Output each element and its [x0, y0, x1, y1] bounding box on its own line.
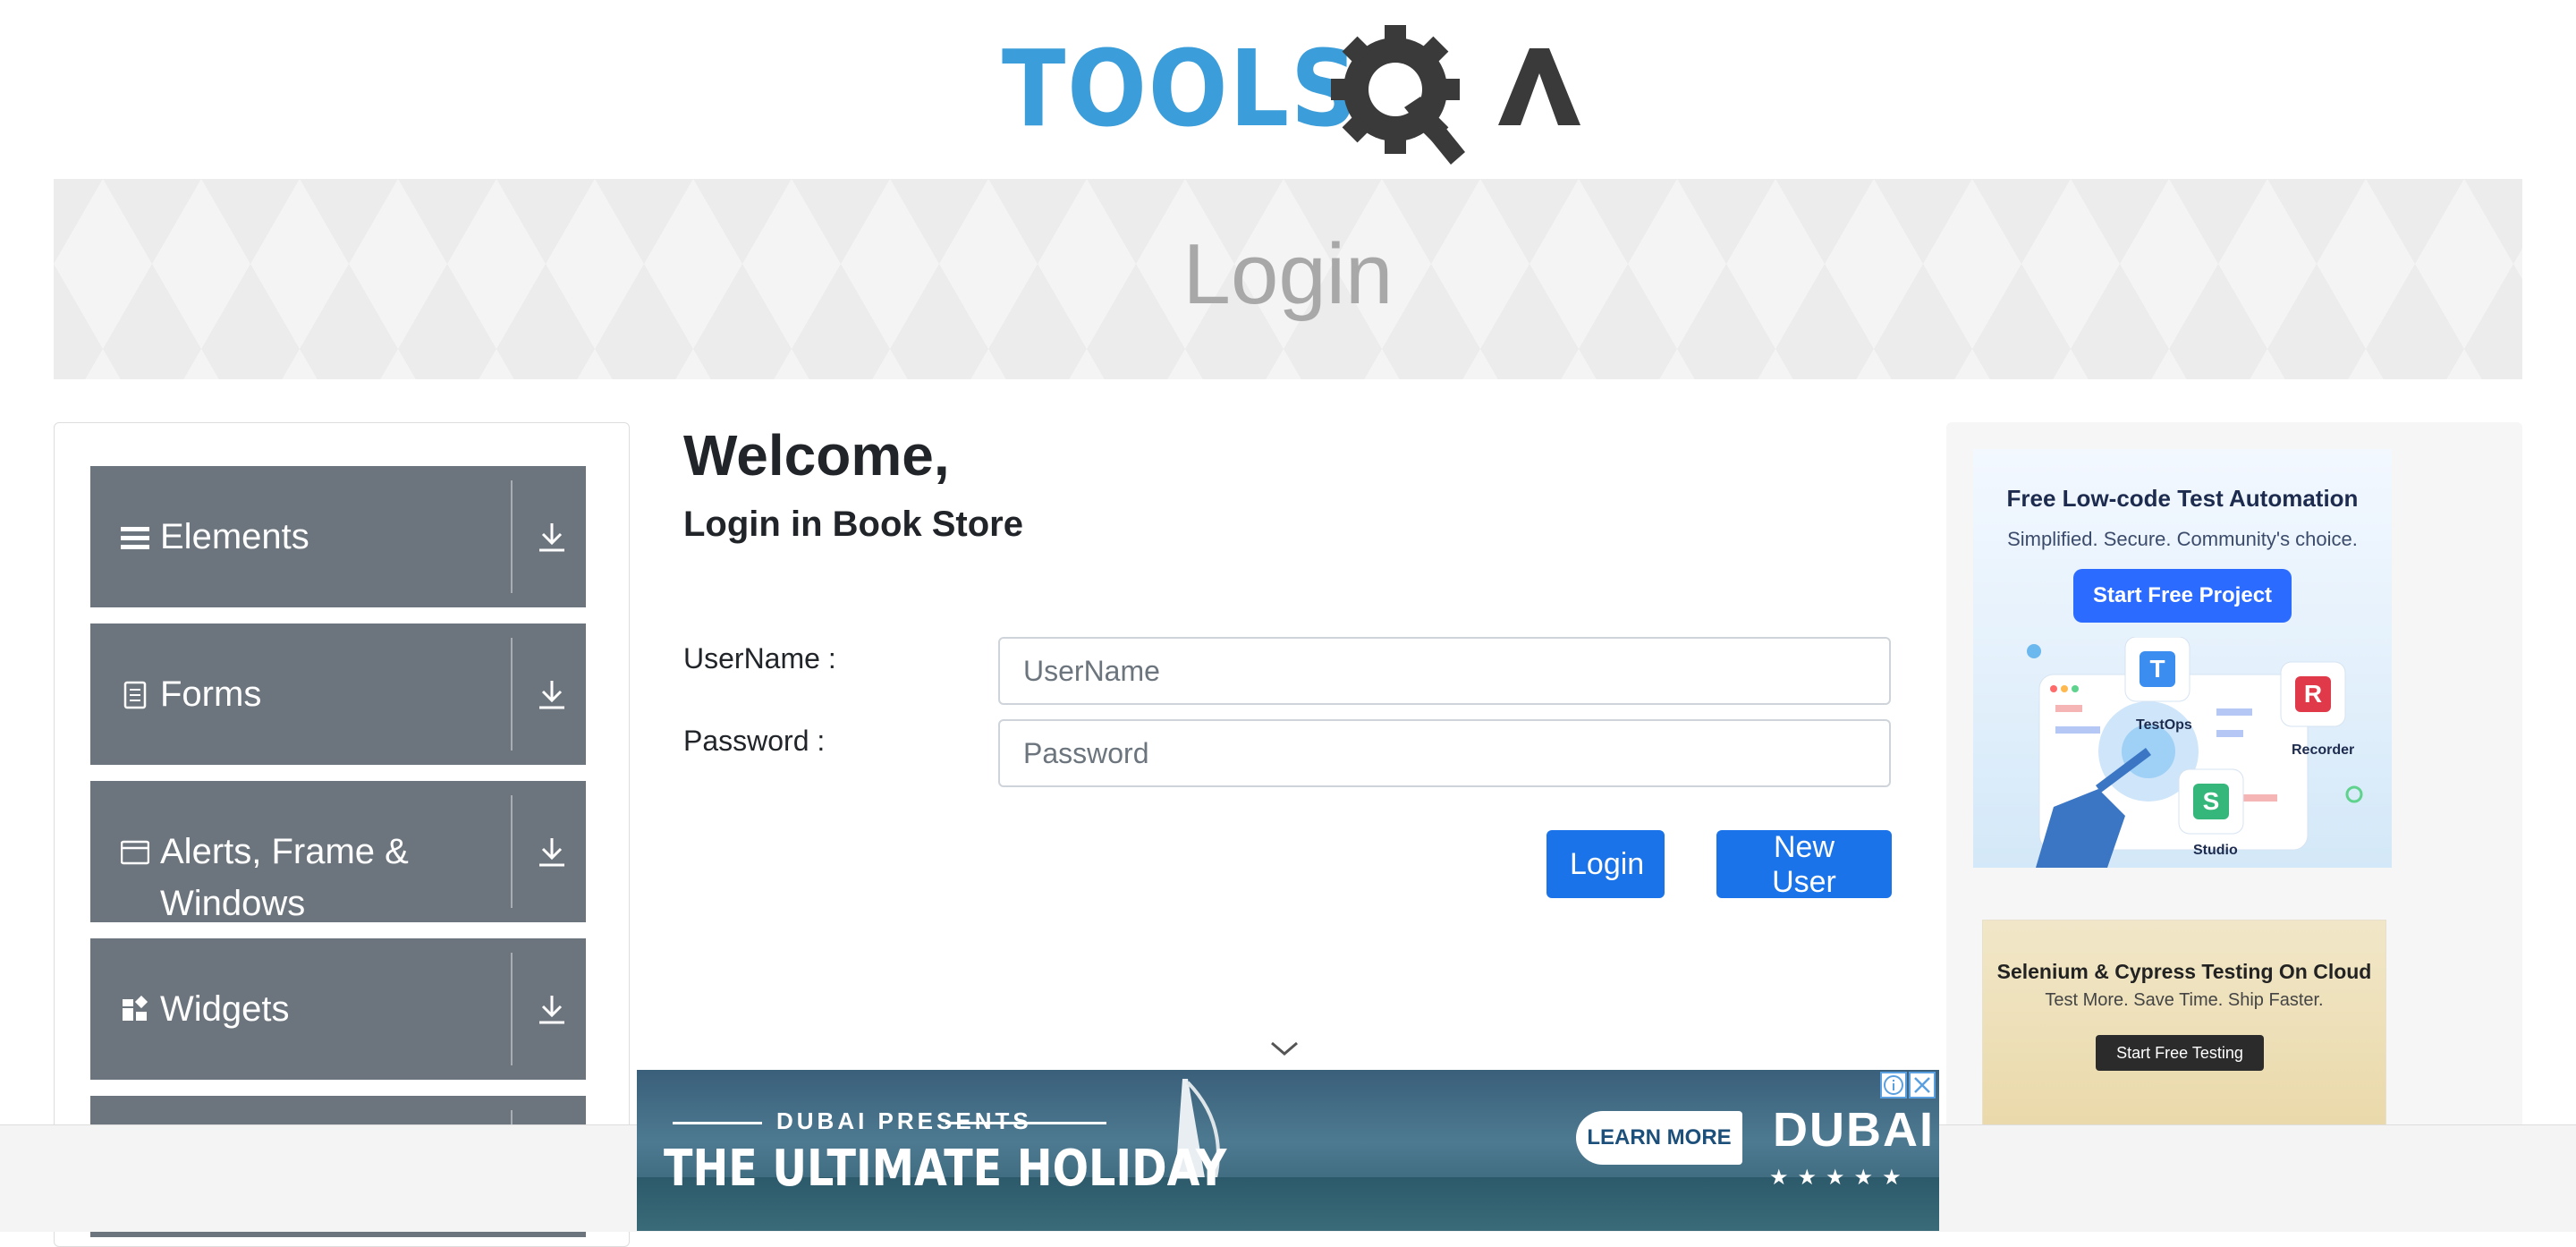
document-icon	[123, 681, 147, 709]
learn-more-button[interactable]: LEARN MORE	[1576, 1111, 1742, 1165]
password-input[interactable]	[998, 719, 1891, 787]
page-title: Login	[1182, 226, 1394, 322]
ad-title: Selenium & Cypress Testing On Cloud	[1996, 960, 2372, 983]
welcome-heading: Welcome,	[683, 423, 950, 488]
new-user-button[interactable]: New User	[1716, 830, 1892, 899]
sidebar-group-widgets[interactable]: Widgets	[90, 938, 586, 1080]
download-icon[interactable]	[536, 677, 568, 713]
start-free-testing-button[interactable]: Start Free Testing	[2096, 1035, 2264, 1071]
ad-subtitle: Simplified. Secure. Community's choice.	[2007, 528, 2358, 550]
divider	[511, 795, 513, 908]
sidebar-group-elements[interactable]: Elements	[90, 466, 586, 607]
sidebar-group-label: Widgets	[160, 989, 290, 1029]
ad-headline: THE ULTIMATE HOLIDAY	[664, 1140, 1227, 1198]
toolsqa-logo[interactable]: TOOLS	[1002, 25, 1583, 168]
divider	[945, 1122, 1106, 1124]
chevron-down-icon[interactable]	[1268, 1038, 1301, 1059]
svg-text:T: T	[2149, 655, 2165, 683]
svg-text:R: R	[2304, 680, 2322, 708]
sidebar-group-label: Elements	[160, 517, 309, 556]
menu-icon	[121, 527, 149, 549]
logo-graphic: TOOLS	[1002, 25, 1580, 165]
login-subheading: Login in Book Store	[683, 505, 1023, 544]
right-ad-column: Free Low-code Test Automation Simplified…	[1946, 422, 2522, 1154]
ad-close-icon[interactable]	[1909, 1072, 1936, 1099]
divider	[511, 953, 513, 1065]
divider	[673, 1122, 762, 1124]
svg-text:S: S	[2203, 787, 2220, 815]
lambdatest-ad[interactable]: Selenium & Cypress Testing On Cloud Test…	[1982, 920, 2386, 1154]
username-input[interactable]	[998, 637, 1891, 705]
ad-subtitle: Test More. Save Time. Ship Faster.	[2045, 990, 2324, 1010]
katalon-ad[interactable]: Free Low-code Test Automation Simplified…	[1973, 449, 2392, 868]
dubai-ad-banner[interactable]: DUBAI PRESENTS THE ULTIMATE HOLIDAY LEAR…	[637, 1070, 1939, 1231]
ad-info-icon[interactable]	[1880, 1072, 1907, 1099]
sidebar-group-label: Forms	[160, 674, 262, 714]
divider	[511, 638, 513, 751]
username-label: UserName :	[683, 642, 836, 674]
login-button[interactable]: Login	[1546, 830, 1665, 898]
divider	[511, 480, 513, 593]
studio-label: Studio	[2193, 843, 2238, 858]
download-icon[interactable]	[536, 835, 568, 870]
password-label: Password :	[683, 725, 826, 757]
sidebar: Elements Forms Alerts, Frame & Windows W…	[54, 422, 630, 1247]
download-icon[interactable]	[536, 520, 568, 556]
testops-label: TestOps	[2136, 717, 2192, 733]
download-icon[interactable]	[536, 992, 568, 1028]
sidebar-group-label: Alerts, Frame & Windows	[160, 832, 409, 923]
widgets-icon	[123, 996, 148, 1021]
ad-title: Free Low-code Test Automation	[2006, 485, 2359, 512]
dubai-logo: DUBAI	[1773, 1103, 1935, 1157]
recorder-label: Recorder	[2292, 742, 2355, 758]
rating-stars: ★★★★★	[1769, 1166, 1911, 1190]
sidebar-group-alerts-frame-windows[interactable]: Alerts, Frame & Windows	[90, 781, 586, 923]
svg-text:TOOLS: TOOLS	[1002, 27, 1360, 150]
sidebar-group-forms[interactable]: Forms	[90, 624, 586, 765]
page-header-banner: Login	[54, 179, 2522, 379]
start-free-project-button[interactable]: Start Free Project	[2073, 569, 2292, 623]
window-icon	[121, 840, 149, 865]
